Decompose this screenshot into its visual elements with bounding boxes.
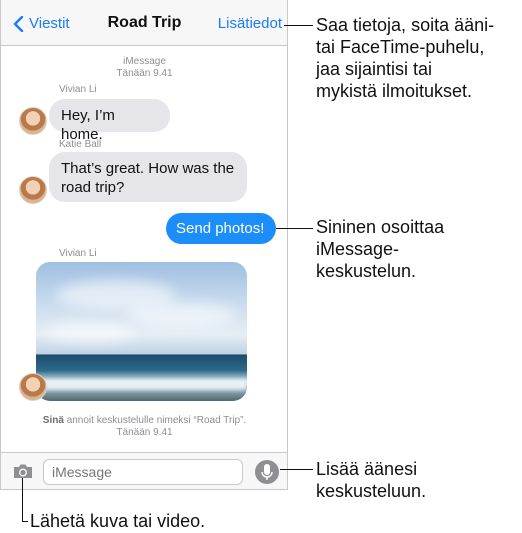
details-button[interactable]: Lisätiedot [218, 15, 282, 32]
microphone-icon [261, 464, 273, 480]
sender-name: Vivian Li [59, 248, 97, 259]
message-input-bar [1, 452, 287, 489]
photo-cloud [126, 302, 236, 328]
rename-timestamp-time: 9.41 [153, 427, 173, 438]
timestamp-time: 9.41 [153, 68, 173, 79]
callout-line-camera-vertical [22, 478, 23, 521]
camera-icon[interactable] [13, 463, 33, 479]
message-text-line: road trip? [61, 179, 125, 196]
back-button-label: Viestit [29, 15, 70, 32]
avatar[interactable] [19, 107, 47, 135]
callout-line-audio [280, 469, 313, 470]
message-text: Hey, I’m home. [61, 107, 115, 143]
message-input[interactable] [43, 459, 243, 485]
microphone-button[interactable] [255, 460, 279, 484]
callout-audio: Lisää äänesi keskusteluun. [316, 458, 426, 502]
message-text: Send photos! [176, 220, 265, 237]
callout-details: Saa tietoja, soita ääni- tai FaceTime-pu… [316, 14, 494, 102]
navigation-bar: Viestit Road Trip Lisätiedot [1, 0, 287, 46]
callout-line-camera-horizontal [22, 521, 28, 522]
message-text-line: That’s great. How was the [61, 160, 235, 177]
rename-timestamp-day: Tänään [116, 427, 151, 438]
callout-details-line: tai FaceTime-puhelu, [316, 37, 485, 57]
callout-blue-line: keskustelun. [316, 261, 417, 281]
photo-surf [36, 380, 247, 390]
callout-blue: Sininen osoittaa iMessage- keskustelun. [316, 216, 444, 282]
sender-name: Vivian Li [59, 84, 97, 95]
rename-notice: Sinä annoit keskustelulle nimeksi “Road … [1, 415, 287, 427]
incoming-message[interactable]: That’s great. How was the road trip? [49, 152, 247, 202]
sender-name: Katie Ball [59, 139, 102, 150]
service-label: iMessage [123, 56, 166, 67]
callout-audio-line: Lisää äänesi [316, 459, 418, 479]
outgoing-message[interactable]: Send photos! [166, 213, 276, 244]
timestamp-day: Tänään [116, 68, 151, 79]
photo-message[interactable] [36, 262, 247, 401]
callout-line-details [284, 25, 313, 26]
timestamp: Tänään 9.41 [1, 68, 287, 80]
back-button[interactable]: Viestit [11, 15, 70, 32]
callout-details-line: Saa tietoja, soita ääni- [316, 15, 495, 35]
callout-details-line: jaa sijaintisi tai [316, 59, 433, 79]
avatar[interactable] [19, 176, 47, 204]
rename-notice-text: annoit keskustelulle nimeksi “Road Trip”… [66, 415, 247, 426]
messages-screen: Viestit Road Trip Lisätiedot iMessage Tä… [0, 0, 288, 490]
callout-camera: Lähetä kuva tai video. [30, 511, 206, 531]
rename-timestamp: Tänään 9.41 [1, 427, 287, 439]
rename-notice-you: Sinä [42, 415, 64, 426]
callout-details-line: mykistä ilmoitukset. [316, 81, 473, 101]
incoming-message[interactable]: Hey, I’m home. [49, 99, 170, 143]
callout-blue-line: Sininen osoittaa [316, 217, 445, 237]
avatar[interactable] [19, 373, 47, 401]
chevron-left-icon [13, 15, 24, 32]
callout-line-blue [276, 228, 313, 229]
photo-cloud [46, 322, 136, 342]
callout-blue-line: iMessage- [316, 239, 400, 259]
callout-audio-line: keskusteluun. [316, 481, 427, 501]
